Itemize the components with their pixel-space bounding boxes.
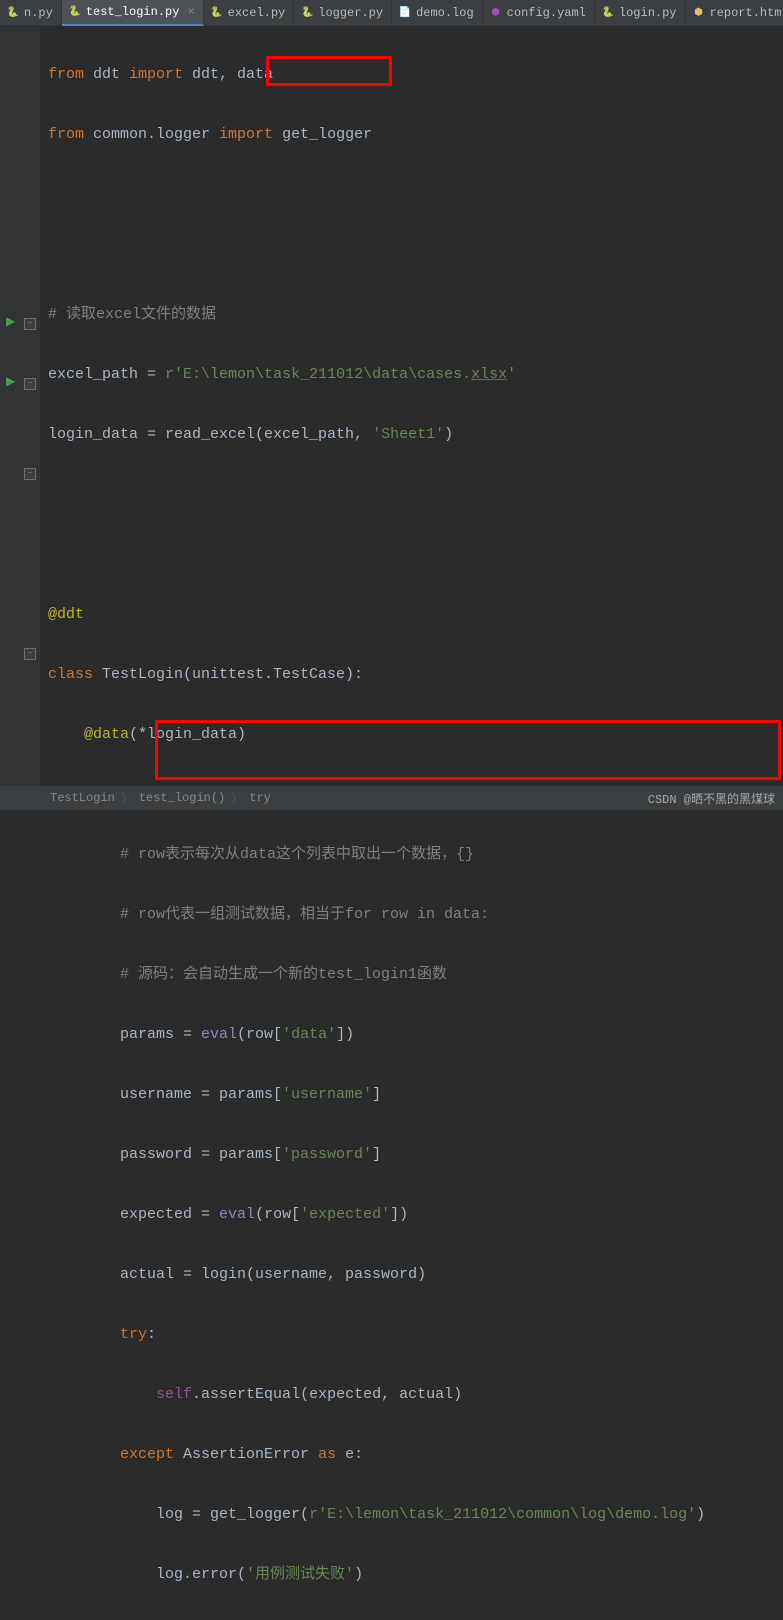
- file-icon: 📄: [398, 6, 412, 20]
- breadcrumb-item[interactable]: try: [249, 791, 271, 805]
- code-line: log = get_logger(r'E:\lemon\task_211012\…: [40, 1500, 783, 1530]
- code-line: log.error('用例测试失败'): [40, 1560, 783, 1590]
- code-line: username = params['username']: [40, 1080, 783, 1110]
- code-line: # row表示每次从data这个列表中取出一个数据，{}: [40, 840, 783, 870]
- gutter: ▶ − ▶ − − −: [0, 26, 40, 786]
- tab-demo-log[interactable]: 📄demo.log: [392, 0, 483, 26]
- code-line: excel_path = r'E:\lemon\task_211012\data…: [40, 360, 783, 390]
- code-line: [40, 180, 783, 210]
- code-line: @data(*login_data): [40, 720, 783, 750]
- python-icon: 🐍: [300, 6, 314, 20]
- tab-npy[interactable]: 🐍n.py: [0, 0, 62, 26]
- editor-tabs: 🐍n.py 🐍test_login.py× 🐍excel.py 🐍logger.…: [0, 0, 783, 26]
- breadcrumb-item[interactable]: TestLogin: [50, 791, 115, 805]
- python-icon: 🐍: [210, 6, 224, 20]
- fold-icon[interactable]: −: [24, 318, 36, 330]
- fold-icon[interactable]: −: [24, 468, 36, 480]
- tab-login[interactable]: 🐍login.py: [595, 0, 686, 26]
- code-line: except AssertionError as e:: [40, 1440, 783, 1470]
- fold-icon[interactable]: −: [24, 378, 36, 390]
- tab-logger[interactable]: 🐍logger.py: [294, 0, 392, 26]
- code-line: expected = eval(row['expected']): [40, 1200, 783, 1230]
- code-line: # row代表一组测试数据，相当于for row in data:: [40, 900, 783, 930]
- python-icon: 🐍: [6, 6, 20, 20]
- code-line: # 源码：会自动生成一个新的test_login1函数: [40, 960, 783, 990]
- code-line: [40, 540, 783, 570]
- close-icon[interactable]: ×: [187, 5, 194, 19]
- watermark: CSDN @晒不黑的黑煤球: [648, 790, 775, 807]
- breadcrumb-item[interactable]: test_login(): [139, 791, 225, 805]
- python-icon: 🐍: [68, 5, 82, 19]
- fold-icon[interactable]: −: [24, 648, 36, 660]
- code-line: password = params['password']: [40, 1140, 783, 1170]
- tab-report-html[interactable]: ⬢report.html: [686, 0, 783, 26]
- code-line: from ddt import ddt, data: [40, 60, 783, 90]
- code-line: actual = login(username, password): [40, 1260, 783, 1290]
- tab-test-login[interactable]: 🐍test_login.py×: [62, 0, 204, 26]
- breadcrumb-separator: 〉: [121, 790, 133, 807]
- code-line: from common.logger import get_logger: [40, 120, 783, 150]
- python-icon: 🐍: [601, 6, 615, 20]
- tab-config-yaml[interactable]: ⬢config.yaml: [483, 0, 595, 26]
- run-icon[interactable]: ▶: [6, 374, 18, 386]
- code-line: class TestLogin(unittest.TestCase):: [40, 660, 783, 690]
- code-line: login_data = read_excel(excel_path, 'She…: [40, 420, 783, 450]
- code-line: @ddt: [40, 600, 783, 630]
- run-icon[interactable]: ▶: [6, 314, 18, 326]
- code-line: try:: [40, 1320, 783, 1350]
- html-icon: ⬢: [692, 6, 706, 20]
- code-line: [40, 240, 783, 270]
- code-line: params = eval(row['data']): [40, 1020, 783, 1050]
- code-line: # 读取excel文件的数据: [40, 300, 783, 330]
- code-line: self.assertEqual(expected, actual): [40, 1380, 783, 1410]
- code-line: [40, 480, 783, 510]
- yaml-icon: ⬢: [489, 6, 503, 20]
- breadcrumb-separator: 〉: [231, 790, 243, 807]
- code-editor[interactable]: from ddt import ddt, data from common.lo…: [40, 26, 783, 786]
- tab-excel[interactable]: 🐍excel.py: [204, 0, 295, 26]
